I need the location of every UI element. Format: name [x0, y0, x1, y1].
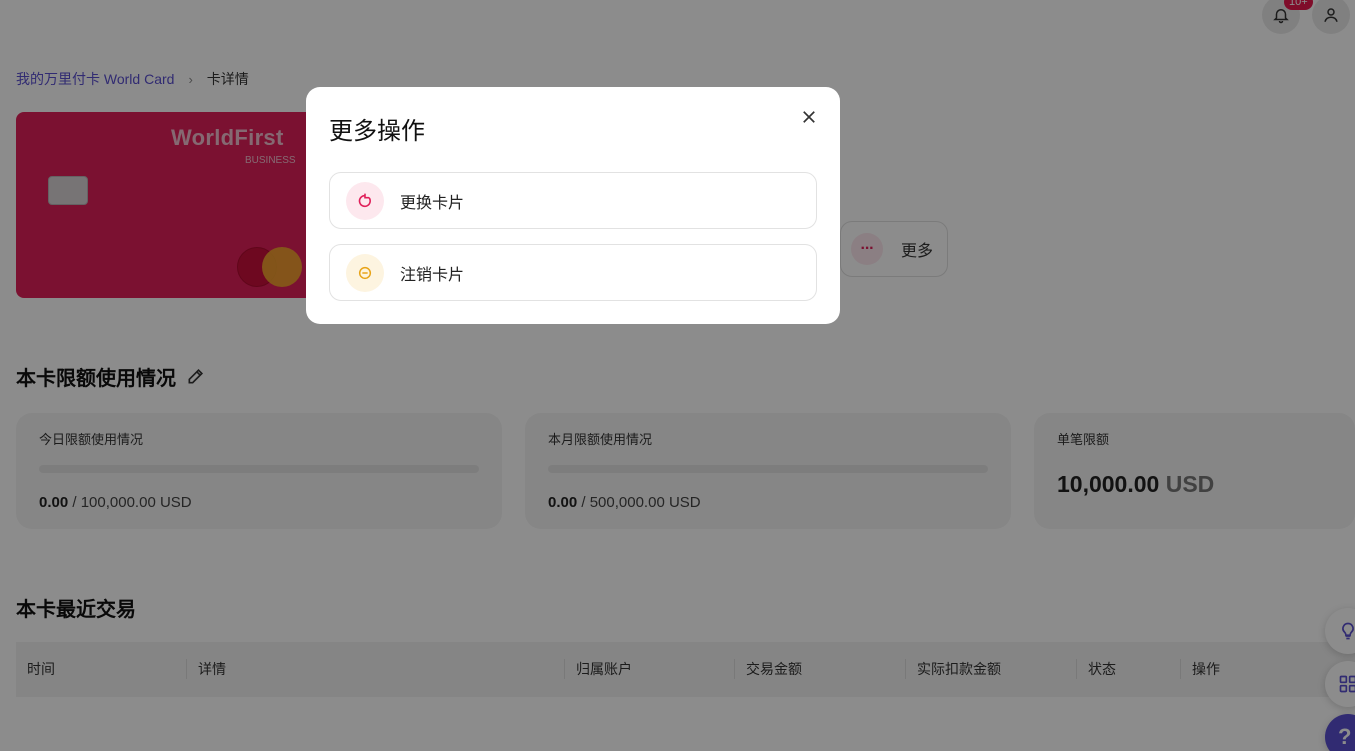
- more-actions-modal: 更多操作 更换卡片 注销卡片: [306, 87, 840, 324]
- refresh-icon: [346, 181, 384, 220]
- minus-circle-icon: [346, 253, 384, 292]
- modal-title: 更多操作: [329, 118, 425, 145]
- close-button[interactable]: [795, 103, 823, 131]
- cancel-card-option[interactable]: 注销卡片: [329, 244, 817, 301]
- replace-card-label: 更换卡片: [400, 194, 465, 212]
- close-icon: [803, 111, 815, 123]
- replace-card-option[interactable]: 更换卡片: [329, 172, 817, 229]
- cancel-card-label: 注销卡片: [400, 266, 465, 284]
